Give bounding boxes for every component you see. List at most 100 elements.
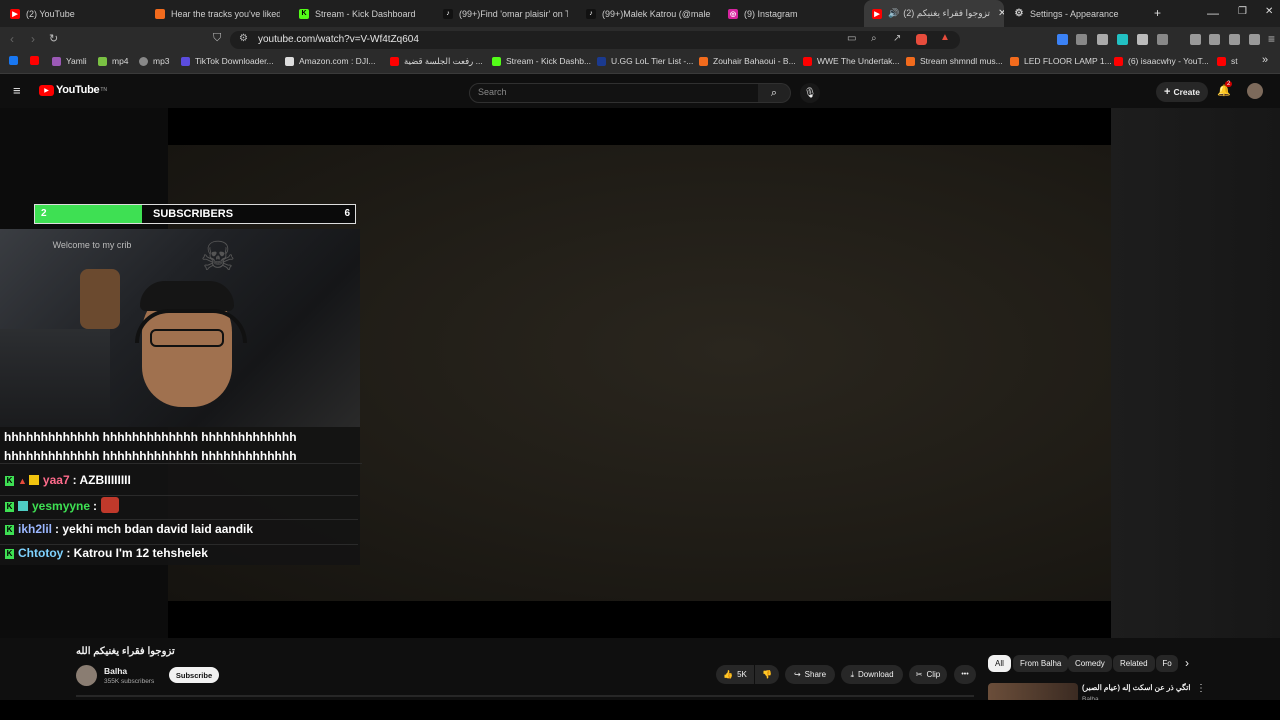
bookmark-led-lamp[interactable]: LED FLOOR LAMP 1... [1010, 56, 1112, 66]
youtube-logo[interactable]: ▶ YouTube TN [39, 84, 107, 96]
search-button[interactable]: ⌕ [758, 83, 791, 103]
translate-extension-icon[interactable] [1057, 34, 1068, 45]
forward-icon[interactable]: › [31, 32, 35, 46]
shield-extension-icon[interactable] [1097, 34, 1108, 45]
ambient-right [1111, 108, 1280, 638]
taskbar-strip [0, 700, 1280, 720]
bookmark-kick[interactable]: Stream - Kick Dashb... [492, 56, 591, 66]
tab-youtube[interactable]: ▶ (2) YouTube [10, 0, 145, 27]
omnibox[interactable]: ⚙ youtube.com/watch?v=V-Wf4tZq604 ▭ ⌕ ↗ … [230, 31, 960, 49]
reload-icon[interactable]: ↻ [49, 32, 58, 45]
share-icon[interactable]: ↗ [893, 33, 901, 44]
welcome-sign: Welcome to my crib [52, 240, 132, 250]
search-input[interactable]: Search [469, 83, 760, 103]
tab-tiktok-profile[interactable]: ♪ (99+)Malek Katrou (@malekkat [586, 0, 711, 27]
subscribe-button[interactable]: Subscribe [169, 667, 219, 683]
chat-username: ikh2lil [18, 522, 53, 536]
share-button[interactable]: ↪ Share [785, 665, 835, 684]
bookmark-wwe[interactable]: WWE The Undertak... [803, 56, 900, 66]
clip-button[interactable]: ✂ Clip [909, 665, 947, 684]
kebab-menu-icon[interactable]: ⋮ [1196, 683, 1206, 694]
close-tab-icon[interactable]: ✕ [998, 8, 1004, 19]
more-actions-button[interactable]: ••• [954, 665, 976, 684]
bookmark-mp4[interactable]: mp4 [98, 56, 129, 66]
extension-icon[interactable] [1117, 34, 1128, 45]
bookmarks-bar: Yamli mp4 mp3 TikTok Downloader... Amazo… [0, 53, 1280, 74]
bookmark-yamli[interactable]: Yamli [52, 56, 87, 66]
like-count: 5K [737, 670, 747, 679]
download-button[interactable]: ⤓ Download [841, 665, 903, 684]
bookmark-tiktok-downloader[interactable]: TikTok Downloader... [181, 56, 274, 66]
tab-label: (9) Instagram [744, 8, 798, 19]
back-icon[interactable]: ‹ [10, 32, 14, 46]
tab-settings[interactable]: ⚙ Settings - Appearance [1014, 0, 1134, 27]
sub-badge-icon [18, 501, 28, 511]
channel-avatar[interactable] [76, 665, 97, 686]
zoom-icon[interactable]: ⌕ [871, 33, 877, 44]
more-bookmarks-icon[interactable]: » [1262, 54, 1268, 66]
youtube-icon [30, 56, 39, 65]
dislike-button[interactable]: 👎 [755, 665, 779, 684]
youtube-icon [803, 56, 812, 66]
store-icon [1010, 56, 1019, 66]
extension-shield-icon[interactable] [916, 34, 927, 45]
bookmark-icon[interactable]: ⛉ [213, 32, 221, 45]
tab-kick-dashboard[interactable]: K Stream - Kick Dashboard [299, 0, 429, 27]
bookmark-arabic-video[interactable]: رفعت الجلسة قضية ... [390, 56, 483, 67]
chip-more[interactable]: Fo [1156, 655, 1178, 672]
url-text[interactable]: youtube.com/watch?v=V-Wf4tZq604 [258, 34, 419, 45]
restore-icon[interactable]: ❐ [1238, 6, 1247, 17]
cast-icon[interactable]: ▭ [847, 33, 856, 44]
chat-text: hhhhhhhhhhhhh hhhhhhhhhhhhh hhhhhhhhhhhh… [4, 430, 297, 444]
bookmark-mp3[interactable]: mp3 [139, 56, 170, 66]
kick-badge-icon: K [5, 502, 14, 512]
reading-list-icon[interactable] [1209, 34, 1220, 45]
tab-soundcloud[interactable]: Hear the tracks you've liked: on [155, 0, 280, 27]
chip-comedy[interactable]: Comedy [1068, 655, 1112, 672]
wallet-icon[interactable] [1229, 34, 1240, 45]
new-tab-icon[interactable]: + [1154, 6, 1161, 20]
voice-search-button[interactable]: 🎙 [800, 83, 820, 103]
puzzle-icon[interactable] [1137, 34, 1148, 45]
like-button[interactable]: 👍 5K [716, 665, 754, 684]
chip-related[interactable]: Related [1113, 655, 1155, 672]
video-title: تزوجوا فقراء يغنيكم الله [76, 646, 175, 657]
hamburger-menu-icon[interactable]: ≡ [13, 83, 21, 98]
account-avatar[interactable] [1247, 83, 1263, 99]
bookmark-zouhair[interactable]: Zouhair Bahaoui - B... [699, 56, 796, 66]
media-icon[interactable] [1190, 34, 1201, 45]
chevron-right-icon[interactable]: › [1185, 656, 1189, 670]
bookmark-youtube[interactable] [30, 56, 44, 65]
tab-active-video[interactable]: ▶ 🔊 (2) تزوجوا فقراء يغنيكم ✕ [864, 0, 1004, 27]
chip-from-balha[interactable]: From Balha [1013, 655, 1069, 672]
tab-label: (2) تزوجوا فقراء يغنيكم [903, 8, 991, 18]
channel-name[interactable]: Balha [104, 666, 127, 676]
alert-icon[interactable]: ▲ [940, 32, 950, 43]
favorites-icon[interactable] [1249, 34, 1260, 45]
speaker-icon[interactable]: 🔊 [888, 8, 899, 19]
menu-icon[interactable]: ≡ [1268, 32, 1275, 46]
site-info-icon[interactable]: ⚙ [239, 33, 248, 44]
bookmark-st[interactable]: st [1217, 56, 1238, 66]
bookmark-stream-shmndl[interactable]: Stream shmndl mus... [906, 56, 1003, 66]
bookmark-isaacwhy[interactable]: (6) isaacwhy - YouT... [1114, 56, 1209, 66]
close-window-icon[interactable]: ✕ [1265, 6, 1273, 17]
tab-label: (99+)Malek Katrou (@malekkat [602, 8, 711, 19]
tab-tiktok-search[interactable]: ♪ (99+)Find 'omar plaisir' on TikT [443, 0, 568, 27]
minimize-icon[interactable]: — [1207, 6, 1219, 20]
extension-icon[interactable] [1076, 34, 1087, 45]
chat-message: K ▲ yaa7: AZBIIIIIIII [0, 473, 358, 496]
chip-all[interactable]: All [988, 655, 1011, 672]
sidepanel-icon[interactable] [1157, 34, 1168, 45]
tab-label: (2) YouTube [26, 8, 75, 19]
bookmark-ugg[interactable]: U.GG LoL Tier List -... [597, 56, 693, 66]
tab-label: (99+)Find 'omar plaisir' on TikT [459, 8, 568, 19]
create-button[interactable]: + Create [1156, 82, 1208, 102]
bookmark-facebook[interactable] [9, 56, 23, 65]
bookmark-label: رفعت الجلسة قضية ... [404, 56, 483, 66]
related-video-title[interactable]: اتگي ذر عن اسكت إله (عيام الصبر) [1082, 683, 1190, 692]
tab-instagram[interactable]: ◎ (9) Instagram [728, 0, 848, 27]
bookmark-amazon[interactable]: Amazon.com : DJI... [285, 56, 376, 66]
download-icon: ⤓ [850, 669, 854, 679]
chat-username: yaa7 [42, 473, 70, 487]
